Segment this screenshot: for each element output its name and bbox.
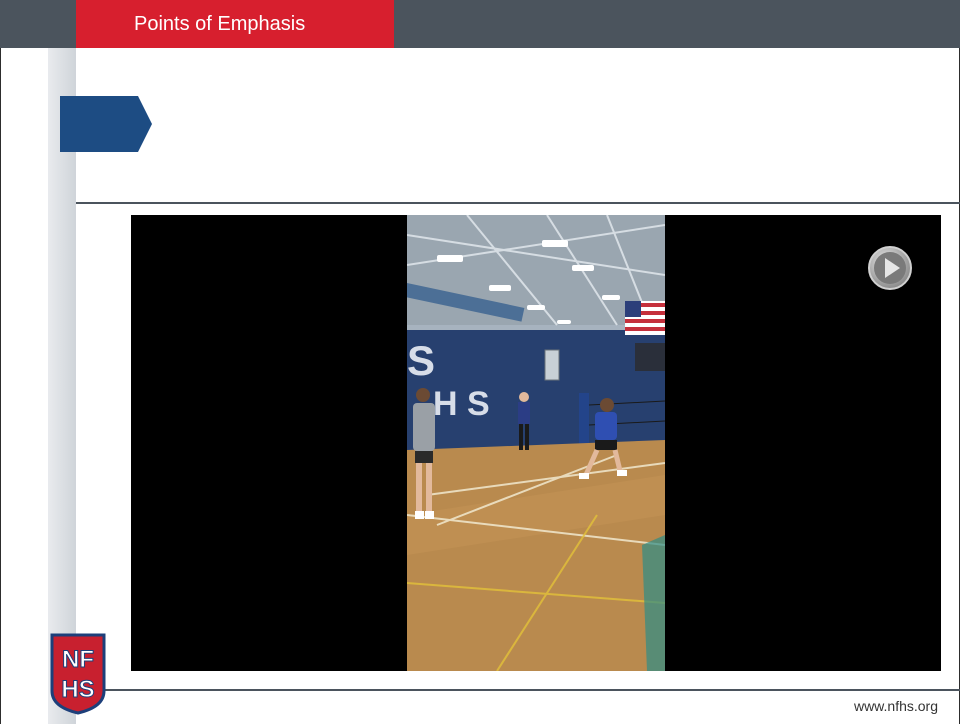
svg-text:S: S [407, 337, 435, 384]
divider-bottom [76, 689, 960, 691]
footer-url[interactable]: www.nfhs.org [854, 698, 938, 714]
nfhs-logo: NF HS [50, 633, 106, 715]
svg-text:HS: HS [61, 676, 94, 703]
play-icon[interactable] [867, 245, 913, 291]
divider-top [76, 202, 960, 204]
svg-text:H S: H S [433, 385, 490, 423]
section-tab: Points of Emphasis [76, 0, 394, 48]
video-player[interactable]: S H S [131, 215, 941, 671]
frame-left-edge [0, 48, 1, 724]
svg-text:NF: NF [62, 646, 94, 673]
video-frame: S H S [407, 215, 665, 671]
chevron-arrow-icon [60, 96, 152, 152]
slide: Points of Emphasis S H S NF HS www.nfhs.… [0, 0, 960, 724]
top-bar: Points of Emphasis [0, 0, 960, 48]
